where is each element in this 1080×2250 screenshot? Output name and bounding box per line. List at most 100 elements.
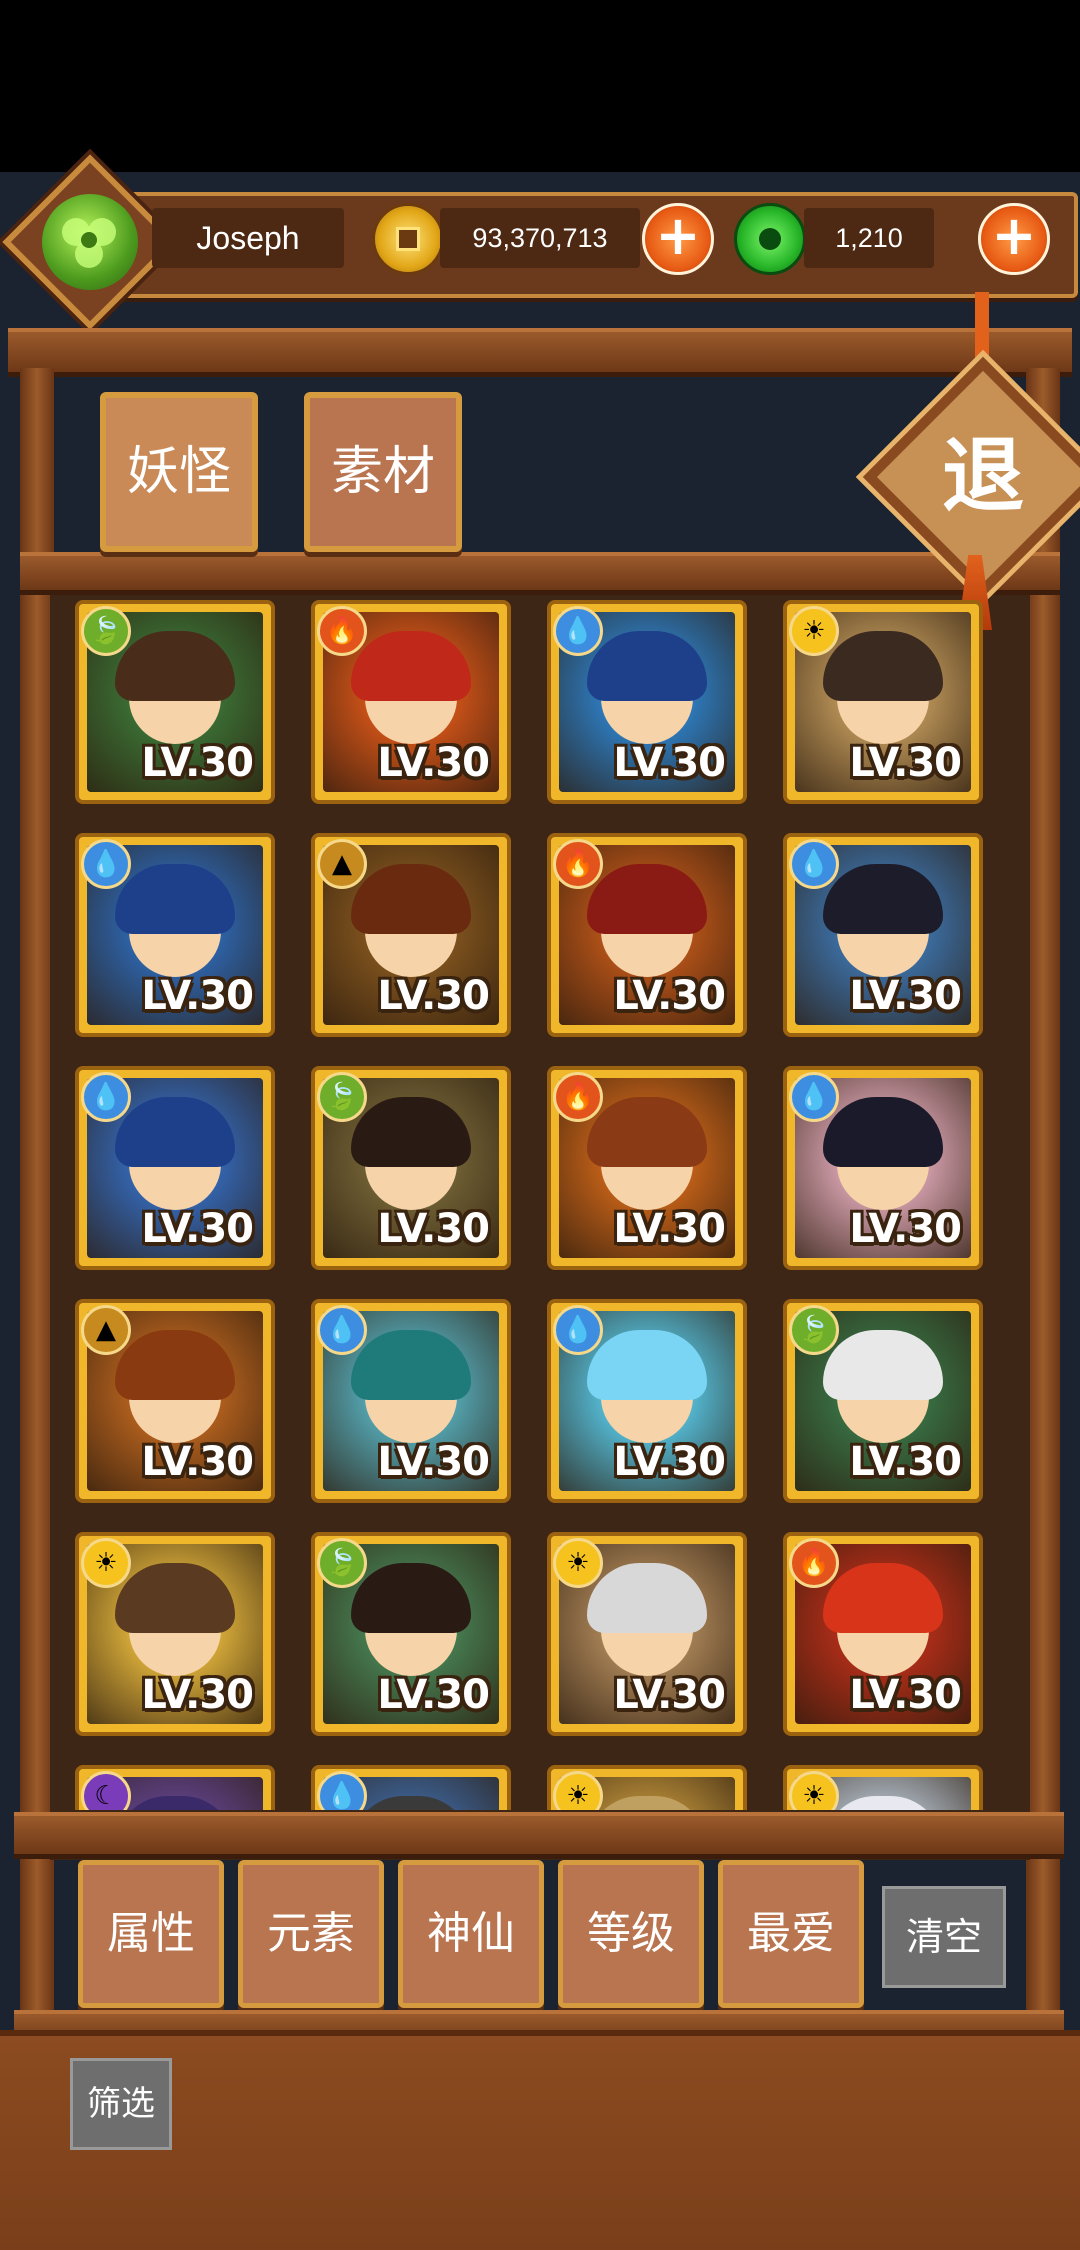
water-element-icon: 💧 bbox=[81, 839, 131, 889]
monster-card[interactable]: 💧 LV.30 bbox=[75, 1066, 275, 1270]
monster-hair bbox=[587, 864, 707, 934]
monster-card[interactable]: ☀ bbox=[783, 1765, 983, 1810]
monster-level: LV.30 bbox=[849, 1206, 962, 1252]
monster-hair bbox=[115, 1796, 235, 1810]
fire-element-icon: 🔥 bbox=[317, 606, 367, 656]
monster-hair bbox=[823, 864, 943, 934]
monster-hair bbox=[115, 864, 235, 934]
jade-coin-icon bbox=[734, 203, 806, 275]
monster-card[interactable]: ☀ LV.30 bbox=[783, 600, 983, 804]
monster-card[interactable]: 💧 LV.30 bbox=[75, 833, 275, 1037]
monster-level: LV.30 bbox=[141, 1672, 254, 1718]
monster-card[interactable]: ☀ LV.30 bbox=[75, 1532, 275, 1736]
monster-card[interactable]: 🍃 LV.30 bbox=[311, 1532, 511, 1736]
light-element-icon: ☀ bbox=[553, 1538, 603, 1588]
filter-immortal-label: 神仙 bbox=[427, 1908, 515, 1959]
fire-element-icon: 🔥 bbox=[553, 1072, 603, 1122]
shelf-bottom-beam bbox=[14, 1812, 1064, 1859]
filter-element-button[interactable]: 元素 bbox=[238, 1860, 384, 2008]
plus-icon: + bbox=[655, 204, 701, 267]
monster-card[interactable]: 💧 LV.30 bbox=[547, 1299, 747, 1503]
monster-card[interactable]: ☀ bbox=[547, 1765, 747, 1810]
monster-hair bbox=[587, 1796, 707, 1810]
monster-level: LV.30 bbox=[141, 1439, 254, 1485]
cabinet-right-post bbox=[1026, 368, 1060, 2048]
monster-hair bbox=[351, 631, 471, 701]
monster-level: LV.30 bbox=[377, 1672, 490, 1718]
filter-button[interactable]: 筛选 bbox=[70, 2058, 172, 2150]
tab-monsters[interactable]: 妖怪 bbox=[100, 392, 258, 552]
monster-level: LV.30 bbox=[613, 1439, 726, 1485]
monster-hair bbox=[587, 1097, 707, 1167]
monster-card[interactable]: 💧 bbox=[311, 1765, 511, 1810]
filter-attribute-button[interactable]: 属性 bbox=[78, 1860, 224, 2008]
monster-card[interactable]: ▲ LV.30 bbox=[311, 833, 511, 1037]
water-element-icon: 💧 bbox=[553, 606, 603, 656]
earth-element-icon: ▲ bbox=[317, 839, 367, 889]
exit-button[interactable]: 退 bbox=[898, 392, 1068, 562]
gold-amount: 93,370,713 bbox=[440, 208, 640, 268]
light-element-icon: ☀ bbox=[81, 1538, 131, 1588]
monster-card[interactable]: ☾ bbox=[75, 1765, 275, 1810]
wood-element-icon: 🍃 bbox=[789, 1305, 839, 1355]
monster-level: LV.30 bbox=[141, 1206, 254, 1252]
fire-element-icon: 🔥 bbox=[553, 839, 603, 889]
monster-card[interactable]: 🍃 LV.30 bbox=[783, 1299, 983, 1503]
monster-card[interactable]: 🔥 LV.30 bbox=[547, 833, 747, 1037]
monster-level: LV.30 bbox=[141, 973, 254, 1019]
cabinet-top-beam bbox=[8, 328, 1072, 377]
water-element-icon: 💧 bbox=[81, 1072, 131, 1122]
monster-hair bbox=[351, 864, 471, 934]
tab-materials-label: 素材 bbox=[330, 442, 435, 502]
monster-card[interactable]: 💧 LV.30 bbox=[311, 1299, 511, 1503]
monster-card[interactable]: 🔥 LV.30 bbox=[783, 1532, 983, 1736]
monster-hair bbox=[823, 1330, 943, 1400]
monster-level: LV.30 bbox=[613, 973, 726, 1019]
monster-hair bbox=[823, 1563, 943, 1633]
filter-level-label: 等级 bbox=[587, 1908, 675, 1959]
monster-card[interactable]: 🔥 LV.30 bbox=[311, 600, 511, 804]
monster-card[interactable]: ☀ LV.30 bbox=[547, 1532, 747, 1736]
monster-level: LV.30 bbox=[377, 973, 490, 1019]
monster-card[interactable]: 🍃 LV.30 bbox=[75, 600, 275, 804]
filter-element-label: 元素 bbox=[267, 1908, 355, 1959]
monster-card[interactable]: 💧 LV.30 bbox=[783, 1066, 983, 1270]
monster-card[interactable]: 🔥 LV.30 bbox=[547, 1066, 747, 1270]
monster-level: LV.30 bbox=[849, 1672, 962, 1718]
monster-hair bbox=[587, 1563, 707, 1633]
light-element-icon: ☀ bbox=[789, 606, 839, 656]
monster-hair bbox=[115, 1097, 235, 1167]
filter-immortal-button[interactable]: 神仙 bbox=[398, 1860, 544, 2008]
cabinet-left-post bbox=[20, 368, 54, 2048]
filter-favorite-button[interactable]: 最爱 bbox=[718, 1860, 864, 2008]
monster-grid: 🍃 LV.30 🔥 LV.30 💧 LV.30 ☀ LV.30 💧 LV.30 ▲ LV.30 🔥 LV.… bbox=[75, 600, 1007, 1810]
monster-hair bbox=[587, 1330, 707, 1400]
monster-level: LV.30 bbox=[613, 1672, 726, 1718]
monster-card[interactable]: 💧 LV.30 bbox=[783, 833, 983, 1037]
water-element-icon: 💧 bbox=[553, 1305, 603, 1355]
monster-hair bbox=[823, 1796, 943, 1810]
monster-hair bbox=[823, 1097, 943, 1167]
monster-hair bbox=[587, 631, 707, 701]
filter-favorite-label: 最爱 bbox=[747, 1908, 835, 1959]
monster-hair bbox=[115, 1563, 235, 1633]
fire-element-icon: 🔥 bbox=[789, 1538, 839, 1588]
jade-amount: 1,210 bbox=[804, 208, 934, 268]
gold-coin-icon bbox=[372, 203, 444, 275]
monster-card[interactable]: 🍃 LV.30 bbox=[311, 1066, 511, 1270]
monster-hair bbox=[351, 1097, 471, 1167]
monster-hair bbox=[351, 1330, 471, 1400]
avatar[interactable] bbox=[42, 194, 138, 290]
monster-hair bbox=[115, 1330, 235, 1400]
tab-materials[interactable]: 素材 bbox=[304, 392, 462, 552]
monster-card[interactable]: 💧 LV.30 bbox=[547, 600, 747, 804]
monster-level: LV.30 bbox=[141, 740, 254, 786]
add-jade-button[interactable]: + bbox=[978, 203, 1050, 275]
add-gold-button[interactable]: + bbox=[642, 203, 714, 275]
wood-element-icon: 🍃 bbox=[317, 1072, 367, 1122]
filter-level-button[interactable]: 等级 bbox=[558, 1860, 704, 2008]
monster-level: LV.30 bbox=[613, 740, 726, 786]
clear-button[interactable]: 清空 bbox=[882, 1886, 1006, 1988]
filter-attribute-label: 属性 bbox=[107, 1908, 195, 1959]
monster-card[interactable]: ▲ LV.30 bbox=[75, 1299, 275, 1503]
